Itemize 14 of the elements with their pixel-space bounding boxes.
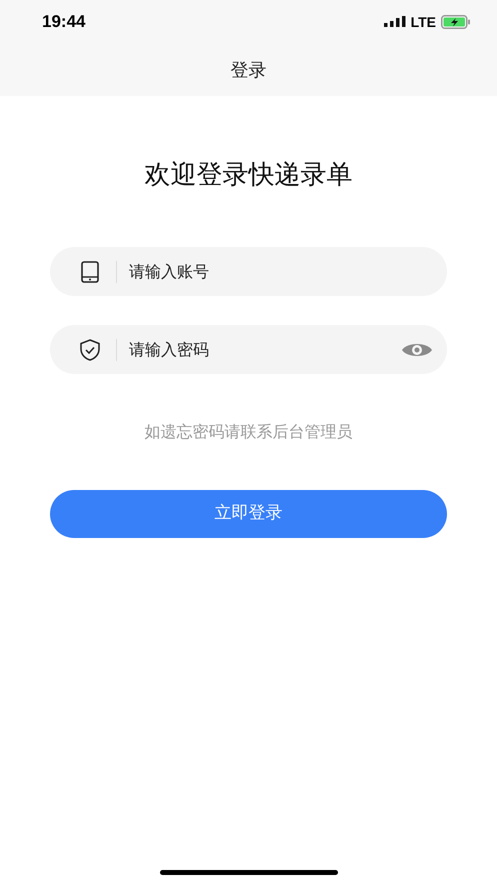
welcome-heading: 欢迎登录快递录单 — [144, 159, 352, 192]
hint-text: 如遗忘密码请联系后台管理员 — [144, 421, 352, 443]
signal-icon — [384, 16, 406, 28]
account-field[interactable]: 请输入账号 — [50, 247, 447, 296]
login-button[interactable]: 立即登录 — [50, 490, 447, 538]
page-title: 登录 — [230, 58, 266, 82]
tablet-icon — [81, 260, 99, 282]
shield-check-icon — [78, 338, 102, 362]
network-label: LTE — [410, 12, 436, 32]
password-input[interactable]: 请输入密码 — [129, 338, 401, 362]
account-input[interactable]: 请输入账号 — [129, 260, 433, 284]
password-field[interactable]: 请输入密码 — [50, 325, 447, 374]
status-time: 19:44 — [42, 11, 86, 34]
battery-charging-icon — [441, 15, 471, 29]
